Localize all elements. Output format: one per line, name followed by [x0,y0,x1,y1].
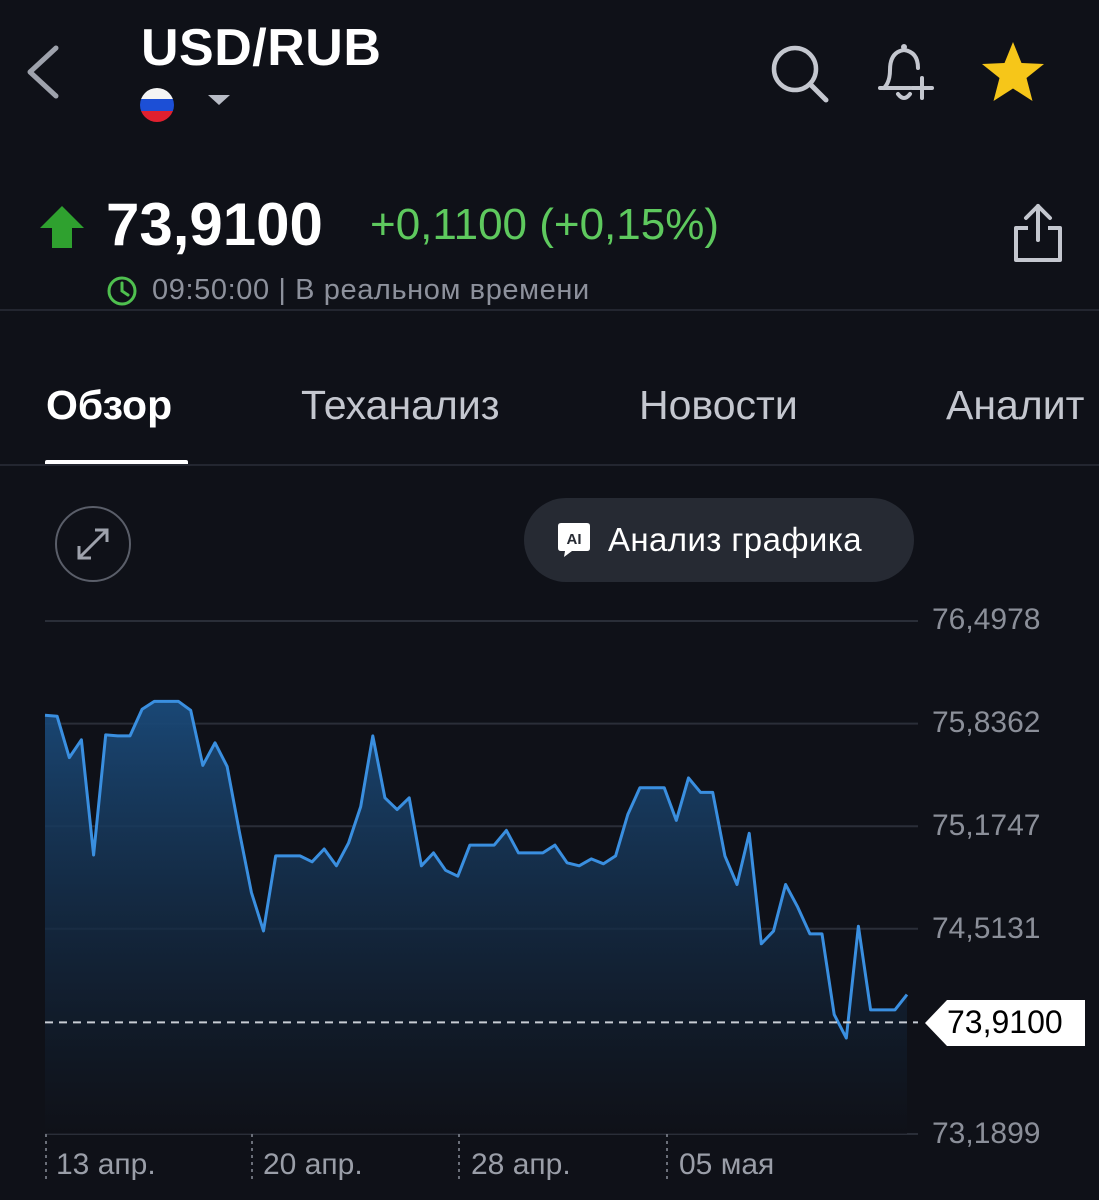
y-tick-label: 74,5131 [932,912,1041,945]
x-tick-label: 05 мая [679,1148,775,1181]
tab-analytics[interactable]: Аналит [946,382,1084,429]
search-button[interactable] [768,42,832,106]
chart-analysis-label: Анализ графика [608,521,863,558]
russia-flag-icon [140,88,174,122]
svg-text:AI: AI [567,531,582,548]
tab-overview[interactable]: Обзор [46,382,172,429]
ai-chat-icon: AI [556,522,592,558]
search-icon [771,45,829,103]
divider [0,309,1099,311]
price-chart[interactable] [0,600,1099,1200]
current-price: 73,9100 [106,191,323,258]
x-tick-label: 13 апр. [56,1148,156,1181]
chart-analysis-button[interactable]: AI Анализ графика [524,498,914,582]
chevron-down-icon[interactable] [208,95,230,105]
clock-icon [106,275,138,307]
tab-news[interactable]: Новости [639,382,798,429]
tab-tech-analysis[interactable]: Теханализ [301,382,500,429]
quote-time: 09:50:00 | В реальном времени [152,274,590,306]
bell-plus-icon [878,44,934,100]
current-price-badge-label: 73,9100 [947,1004,1063,1040]
favorite-button[interactable] [978,38,1048,108]
x-tick-label: 28 апр. [471,1148,571,1181]
star-icon [982,42,1044,101]
x-tick-label: 20 апр. [263,1148,363,1181]
y-tick-label: 73,1899 [932,1117,1041,1150]
chevron-left-icon [27,45,59,99]
price-change: +0,1100 (+0,15%) [370,200,719,249]
arrow-up-icon [38,204,86,250]
page-title: USD/RUB [141,19,382,77]
y-tick-label: 75,1747 [932,809,1041,842]
expand-icon [77,528,109,560]
expand-chart-button[interactable] [55,506,131,582]
current-price-badge: 73,9100 [925,1000,1085,1046]
y-tick-label: 75,8362 [932,706,1041,739]
add-alert-button[interactable] [872,40,938,106]
divider [0,464,1099,466]
share-icon [1014,204,1062,262]
share-button[interactable] [1010,200,1066,266]
back-button[interactable] [22,40,66,104]
y-tick-label: 76,4978 [932,603,1041,636]
